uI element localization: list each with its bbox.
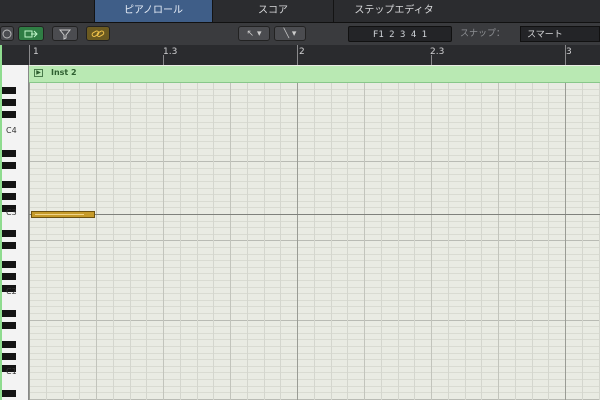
piano-roll-grid[interactable]: ▶ Inst 2 xyxy=(29,65,600,400)
tab-piano-roll[interactable]: ピアノロール xyxy=(94,0,212,22)
pitch-guide-line xyxy=(29,214,600,215)
ruler-bar-label: 1 xyxy=(33,47,39,57)
grid-beat-line xyxy=(414,82,415,400)
piano-roll-toolbar: ↖ ▾ ╲ ▾ F1 2 3 4 1 スナップ： スマート xyxy=(0,23,600,46)
ruler-tick xyxy=(29,45,30,65)
grid-beat-line xyxy=(565,82,566,400)
grid-beat-line xyxy=(113,82,114,400)
grid-beat-line xyxy=(347,82,348,400)
black-key[interactable] xyxy=(0,273,16,280)
midi-note[interactable] xyxy=(31,211,95,218)
grid-beat-line xyxy=(314,82,315,400)
piano-keyboard[interactable]: C4 C3 C2 C1 xyxy=(0,65,29,400)
grid-beat-line xyxy=(481,82,482,400)
region-header[interactable]: ▶ Inst 2 xyxy=(29,66,600,83)
grid-beat-line xyxy=(280,82,281,400)
black-key[interactable] xyxy=(0,87,16,94)
position-display: F1 2 3 4 1 xyxy=(348,26,452,42)
ruler-bar-label: 2.3 xyxy=(430,47,445,57)
loop-icon[interactable] xyxy=(0,26,14,41)
black-key[interactable] xyxy=(0,390,16,397)
black-key[interactable] xyxy=(0,181,16,188)
octave-label-c4: C4 xyxy=(6,126,17,135)
grid-beat-line xyxy=(465,82,466,400)
pencil-tool-icon[interactable]: ╲ ▾ xyxy=(274,26,306,41)
grid-beat-line xyxy=(230,82,231,400)
black-key[interactable] xyxy=(0,150,16,157)
ruler-bar-label: 3 xyxy=(566,47,572,57)
grid-beat-line xyxy=(264,82,265,400)
grid-beat-line xyxy=(146,82,147,400)
grid-beat-line xyxy=(448,82,449,400)
grid-beat-line xyxy=(130,82,131,400)
grid-beat-line xyxy=(163,82,164,400)
grid-beat-line xyxy=(381,82,382,400)
black-key[interactable] xyxy=(0,341,16,348)
grid-beat-line xyxy=(498,82,499,400)
tab-score[interactable]: スコア xyxy=(212,0,333,22)
black-key[interactable] xyxy=(0,242,16,249)
link-icon[interactable] xyxy=(86,26,110,41)
grid-beat-line xyxy=(46,82,47,400)
grid-beat-line xyxy=(515,82,516,400)
forward-arrow-icon[interactable] xyxy=(18,26,44,41)
ruler-tick xyxy=(565,45,566,65)
pencil-symbol: ╲ xyxy=(283,29,289,39)
pointer-symbol: ↖ xyxy=(246,29,255,39)
black-key[interactable] xyxy=(0,111,16,118)
black-key[interactable] xyxy=(0,99,16,106)
grid-beat-line xyxy=(180,82,181,400)
region-name: Inst 2 xyxy=(51,68,77,77)
octave-label-c2: C2 xyxy=(6,287,17,296)
black-key[interactable] xyxy=(0,310,16,317)
grid-beat-line xyxy=(431,82,432,400)
playhead[interactable] xyxy=(0,45,2,400)
grid-beat-line xyxy=(63,82,64,400)
timeline-ruler[interactable]: 1 1.3 2 2.3 3 xyxy=(0,45,600,66)
ruler-tick xyxy=(431,55,432,65)
ruler-tick xyxy=(297,45,298,65)
grid-beat-line xyxy=(364,82,365,400)
tab-step-editor[interactable]: ステップエディタ xyxy=(333,0,454,22)
grid-beat-line xyxy=(29,82,30,400)
black-key[interactable] xyxy=(0,261,16,268)
black-key[interactable] xyxy=(0,230,16,237)
grid-beat-line xyxy=(247,82,248,400)
chevron-down-icon: ▾ xyxy=(256,29,262,39)
ruler-bar-label: 2 xyxy=(299,47,305,57)
black-key[interactable] xyxy=(0,193,16,200)
editor-tab-bar: ピアノロール スコア ステップエディタ xyxy=(0,0,600,23)
grid-beat-line xyxy=(213,82,214,400)
octave-label-c3: C3 xyxy=(6,208,17,217)
ruler-tick xyxy=(163,55,164,65)
black-key[interactable] xyxy=(0,353,16,360)
filter-icon[interactable] xyxy=(52,26,78,41)
grid-beat-line xyxy=(548,82,549,400)
play-icon: ▶ xyxy=(34,69,43,77)
pointer-tool-icon[interactable]: ↖ ▾ xyxy=(238,26,270,41)
octave-label-c1: C1 xyxy=(6,367,17,376)
snap-label: スナップ： xyxy=(460,29,506,39)
grid-beat-line xyxy=(297,82,298,400)
black-key[interactable] xyxy=(0,322,16,329)
grid-beat-line xyxy=(532,82,533,400)
grid-beat-line xyxy=(398,82,399,400)
tab-spacer xyxy=(0,0,93,22)
grid-beat-line xyxy=(582,82,583,400)
snap-select[interactable]: スマート xyxy=(520,26,600,42)
black-key[interactable] xyxy=(0,162,16,169)
ruler-bar-label: 1.3 xyxy=(163,47,178,57)
grid-beat-line xyxy=(96,82,97,400)
grid-beat-line xyxy=(197,82,198,400)
chevron-down-icon: ▾ xyxy=(291,29,297,39)
grid-beat-line xyxy=(79,82,80,400)
grid-beat-line xyxy=(331,82,332,400)
